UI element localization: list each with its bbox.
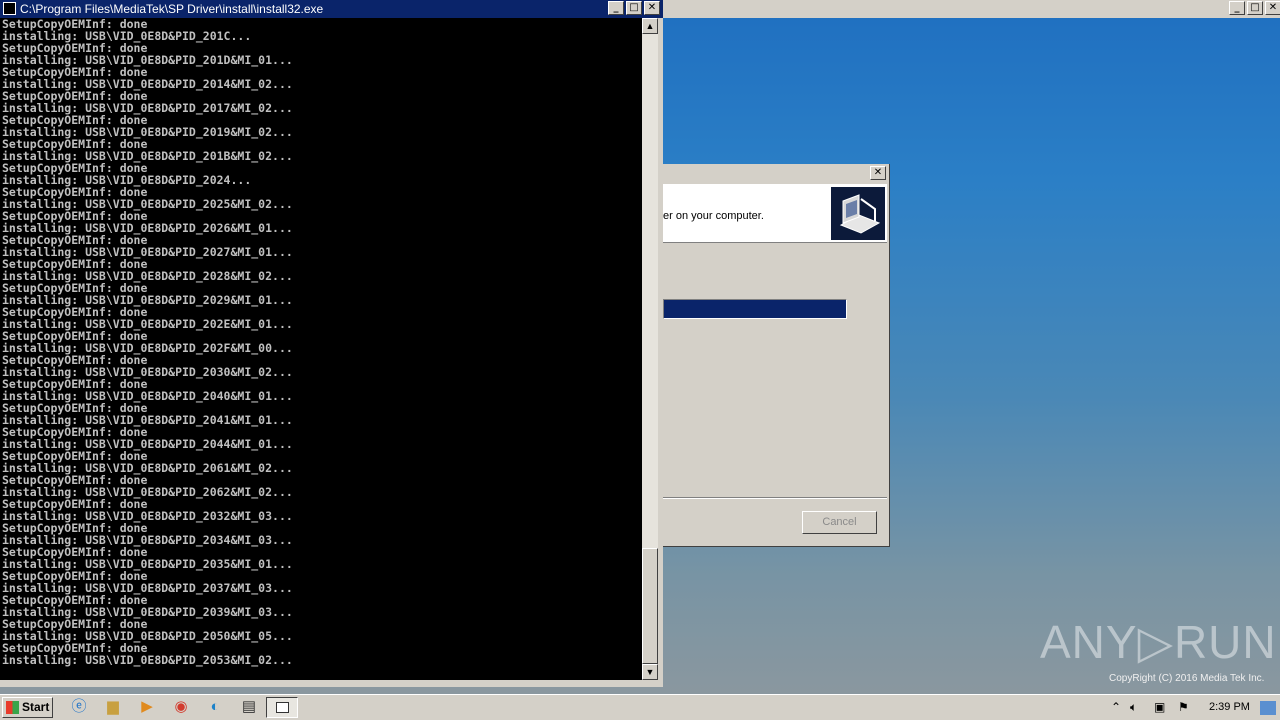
installer-icon[interactable]: ▤ bbox=[239, 698, 259, 716]
console-window: C:\Program Files\MediaTek\SP Driver\inst… bbox=[0, 0, 663, 687]
console-line: installing: USB\VID_0E8D&PID_2053&MI_02.… bbox=[2, 653, 293, 667]
installer-separator bbox=[663, 497, 887, 499]
flag-icon[interactable]: ⚑ bbox=[1178, 699, 1189, 715]
background-window-titlebar[interactable]: _ □ ✕ bbox=[663, 0, 1280, 18]
installer-dialog-titlebar[interactable]: ✕ bbox=[663, 164, 889, 184]
background-close-button[interactable]: ✕ bbox=[1265, 1, 1280, 15]
explorer-folder-icon[interactable]: ▆ bbox=[103, 698, 123, 716]
windows-logo-icon bbox=[6, 701, 19, 714]
taskbar: Start ⓔ ▆ ▶ ◉ ◐ ▤ ⌃ 🔈︎ ▣ ⚑ 2:39 PM bbox=[0, 694, 1280, 720]
anyrun-watermark: ANY▷RUN bbox=[1040, 616, 1277, 668]
network-icon[interactable]: ▣ bbox=[1154, 699, 1165, 715]
taskbar-clock[interactable]: 2:39 PM bbox=[1209, 701, 1250, 713]
edge-icon[interactable]: ◐ bbox=[205, 698, 225, 716]
copyright-text: CopyRight (C) 2016 Media Tek Inc. bbox=[1109, 673, 1265, 684]
chrome-icon[interactable]: ◉ bbox=[171, 698, 191, 716]
installer-computer-icon bbox=[831, 187, 885, 240]
background-window-controls: _ □ ✕ bbox=[1229, 1, 1280, 15]
background-minimize-button[interactable]: _ bbox=[1229, 1, 1245, 15]
console-window-controls: _ □ ✕ bbox=[608, 1, 660, 15]
installer-header-text: er on your computer. bbox=[663, 210, 764, 222]
arrow-up-icon[interactable]: ▲ bbox=[642, 18, 658, 34]
console-icon bbox=[276, 702, 289, 713]
installer-dialog: ✕ er on your computer. Cancel bbox=[663, 164, 890, 547]
tray-expand-icon[interactable]: ⌃ bbox=[1111, 699, 1121, 715]
console-app-icon bbox=[3, 2, 16, 15]
installer-close-button[interactable]: ✕ bbox=[870, 166, 886, 180]
ie-icon[interactable]: ⓔ bbox=[69, 698, 89, 716]
volume-icon[interactable]: 🔈︎ bbox=[1130, 699, 1137, 715]
console-scrollbar[interactable]: ▲ ▼ bbox=[642, 18, 658, 680]
console-close-button[interactable]: ✕ bbox=[644, 1, 660, 15]
console-output[interactable]: SetupCopyOEMInf: done installing: USB\VID… bbox=[0, 18, 642, 680]
installer-header-panel: er on your computer. bbox=[663, 184, 887, 243]
installer-computer-icon-graphic bbox=[839, 194, 881, 234]
console-text: SetupCopyOEMInf: done installing: USB\VID… bbox=[0, 18, 642, 666]
media-player-icon[interactable]: ▶ bbox=[137, 698, 157, 716]
start-button[interactable]: Start bbox=[2, 697, 53, 718]
start-label: Start bbox=[22, 700, 50, 714]
scroll-thumb[interactable] bbox=[642, 548, 658, 664]
console-minimize-button[interactable]: _ bbox=[608, 1, 624, 15]
console-window-title: C:\Program Files\MediaTek\SP Driver\inst… bbox=[20, 2, 324, 16]
arrow-down-icon[interactable]: ▼ bbox=[642, 664, 658, 680]
console-titlebar[interactable]: C:\Program Files\MediaTek\SP Driver\inst… bbox=[0, 0, 663, 18]
installer-progress-bar bbox=[663, 299, 847, 319]
background-maximize-button[interactable]: □ bbox=[1247, 1, 1263, 15]
show-desktop-icon[interactable] bbox=[1260, 701, 1276, 715]
console-maximize-button[interactable]: □ bbox=[626, 1, 642, 15]
console-taskbar-button[interactable] bbox=[266, 697, 298, 718]
cancel-button[interactable]: Cancel bbox=[802, 511, 877, 534]
